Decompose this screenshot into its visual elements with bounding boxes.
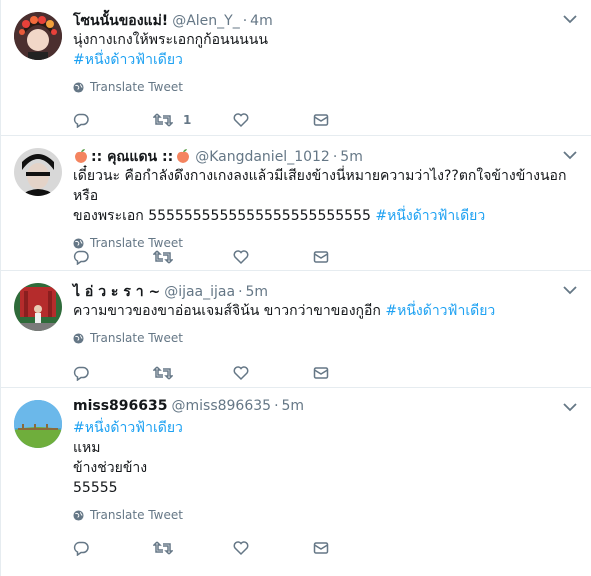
retweet-button[interactable] (153, 249, 233, 265)
translate-label: Translate Tweet (90, 508, 183, 522)
tweet-actions (73, 247, 393, 267)
avatar[interactable] (14, 148, 62, 196)
tweet-header: โซนนั้นของแม่! @Alen_Y_ · 4m (73, 10, 581, 30)
timestamp[interactable]: 5m (340, 149, 363, 165)
peach-icon (75, 149, 87, 163)
globe-icon (73, 81, 84, 93)
user-display-name[interactable]: โซนนั้นของแม่! (73, 10, 168, 32)
chevron-down-icon[interactable] (563, 402, 577, 412)
tweet-text-fragment: ของพระเอก 5555555555555555555555555 (73, 208, 371, 224)
retweet-count: 1 (183, 113, 192, 127)
like-button[interactable] (233, 249, 313, 265)
envelope-icon (313, 367, 329, 379)
tweet-text-line: ข้างช่วยข้าง (73, 460, 148, 476)
tweet-card[interactable]: :: คุณแดน :: @Kangdaniel_1012 · 5m เดี๋ย… (1, 136, 591, 271)
chevron-down-icon[interactable] (563, 285, 577, 295)
hashtag-link[interactable]: #หนึ่งด้าวฟ้าเดียว (375, 208, 485, 224)
globe-icon (73, 509, 84, 521)
translate-tweet-link[interactable]: Translate Tweet (73, 507, 581, 523)
retweet-icon (153, 541, 173, 555)
translate-tweet-link[interactable]: Translate Tweet (73, 330, 581, 346)
retweet-icon (153, 366, 173, 380)
tweet-card[interactable]: โซนนั้นของแม่! @Alen_Y_ · 4m นุ่งกางเกงใ… (1, 0, 591, 136)
tweet-text: #หนึ่งด้าวฟ้าเดียว แหม ข้างช่วยข้าง 5555… (73, 418, 573, 498)
heart-icon (233, 541, 249, 556)
avatar[interactable] (14, 12, 62, 60)
envelope-icon (313, 251, 329, 263)
reply-button[interactable] (73, 112, 153, 128)
heart-icon (233, 113, 249, 128)
user-display-name[interactable]: ไ อ่ ว ะ ร า ~ (73, 281, 160, 303)
reply-icon (73, 541, 89, 556)
chevron-down-icon[interactable] (563, 150, 577, 160)
separator: · (238, 284, 243, 300)
timestamp[interactable]: 5m (282, 398, 305, 414)
like-button[interactable] (233, 112, 313, 128)
retweet-button[interactable] (153, 540, 233, 556)
direct-message-button[interactable] (313, 249, 393, 265)
envelope-icon (313, 114, 329, 126)
tweet-header: miss896635 @miss896635 · 5m (73, 398, 581, 418)
separator: · (242, 13, 248, 29)
globe-icon (73, 332, 84, 344)
reply-button[interactable] (73, 540, 153, 556)
like-button[interactable] (233, 540, 313, 556)
translate-tweet-link[interactable]: Translate Tweet (73, 79, 581, 95)
timestamp[interactable]: 4m (250, 13, 273, 29)
user-handle[interactable]: @Kangdaniel_1012 (195, 149, 330, 165)
tweet-text-line: 55555 (73, 480, 118, 496)
tweet-header: :: คุณแดน :: @Kangdaniel_1012 · 5m (73, 146, 581, 166)
heart-icon (233, 250, 249, 265)
timestamp[interactable]: 5m (246, 284, 269, 300)
envelope-icon (313, 542, 329, 554)
translate-label: Translate Tweet (90, 80, 183, 94)
direct-message-button[interactable] (313, 540, 393, 556)
tweet-text-line: แหม (73, 440, 101, 456)
reply-icon (73, 113, 89, 128)
tweet-text-line: ความขาวของขาอ่อนเจมส์จิน้น ขาวกว่าขาของก… (73, 301, 573, 321)
tweet-text-line: ของพระเอก 5555555555555555555555555 #หนึ… (73, 206, 573, 226)
like-button[interactable] (233, 365, 313, 381)
tweet-feed: โซนนั้นของแม่! @Alen_Y_ · 4m นุ่งกางเกงใ… (0, 0, 591, 576)
retweet-icon (153, 250, 173, 264)
separator: · (332, 149, 338, 165)
hashtag-link[interactable]: #หนึ่งด้าวฟ้าเดียว (73, 418, 573, 438)
user-handle[interactable]: @ijaa_ijaa (164, 284, 235, 300)
user-display-name[interactable]: :: คุณแดน :: (91, 146, 173, 168)
avatar[interactable] (14, 283, 62, 331)
tweet-text-line: เดี๋ยวนะ คือกำลังดึงกางเกงลงแล้วมีเสียงข… (73, 168, 567, 204)
tweet-text-fragment: ความขาวของขาอ่อนเจมส์จิน้น ขาวกว่าขาของก… (73, 303, 381, 319)
translate-label: Translate Tweet (90, 331, 183, 345)
avatar[interactable] (14, 400, 62, 448)
direct-message-button[interactable] (313, 112, 393, 128)
reply-button[interactable] (73, 249, 153, 265)
separator: · (274, 398, 279, 414)
tweet-text: นุ่งกางเกงให้พระเอกกูก้อนนนนน #หนึ่งด้าว… (73, 30, 573, 70)
tweet-card[interactable]: miss896635 @miss896635 · 5m #หนึ่งด้าวฟ้… (1, 388, 591, 576)
user-handle[interactable]: @miss896635 (172, 398, 272, 414)
reply-icon (73, 250, 89, 265)
user-handle[interactable]: @Alen_Y_ (172, 13, 240, 29)
tweet-text: เดี๋ยวนะ คือกำลังดึงกางเกงลงแล้วมีเสียงข… (73, 166, 573, 226)
chevron-down-icon[interactable] (563, 14, 577, 24)
reply-icon (73, 366, 89, 381)
user-display-name[interactable]: miss896635 (73, 398, 168, 414)
reply-button[interactable] (73, 365, 153, 381)
retweet-button[interactable] (153, 365, 233, 381)
hashtag-link[interactable]: #หนึ่งด้าวฟ้าเดียว (73, 50, 573, 70)
retweet-button[interactable]: 1 (153, 112, 233, 128)
tweet-header: ไ อ่ ว ะ ร า ~ @ijaa_ijaa · 5m (73, 281, 581, 301)
tweet-text-line: นุ่งกางเกงให้พระเอกกูก้อนนนนน (73, 32, 268, 48)
tweet-actions (73, 538, 393, 558)
direct-message-button[interactable] (313, 365, 393, 381)
tweet-card[interactable]: ไ อ่ ว ะ ร า ~ @ijaa_ijaa · 5m ความขาวขอ… (1, 271, 591, 388)
hashtag-link[interactable]: #หนึ่งด้าวฟ้าเดียว (385, 303, 495, 319)
tweet-actions (73, 363, 393, 383)
tweet-actions: 1 (73, 110, 393, 130)
heart-icon (233, 366, 249, 381)
retweet-icon (153, 113, 173, 127)
peach-icon (177, 149, 190, 163)
tweet-text: ความขาวของขาอ่อนเจมส์จิน้น ขาวกว่าขาของก… (73, 301, 573, 321)
